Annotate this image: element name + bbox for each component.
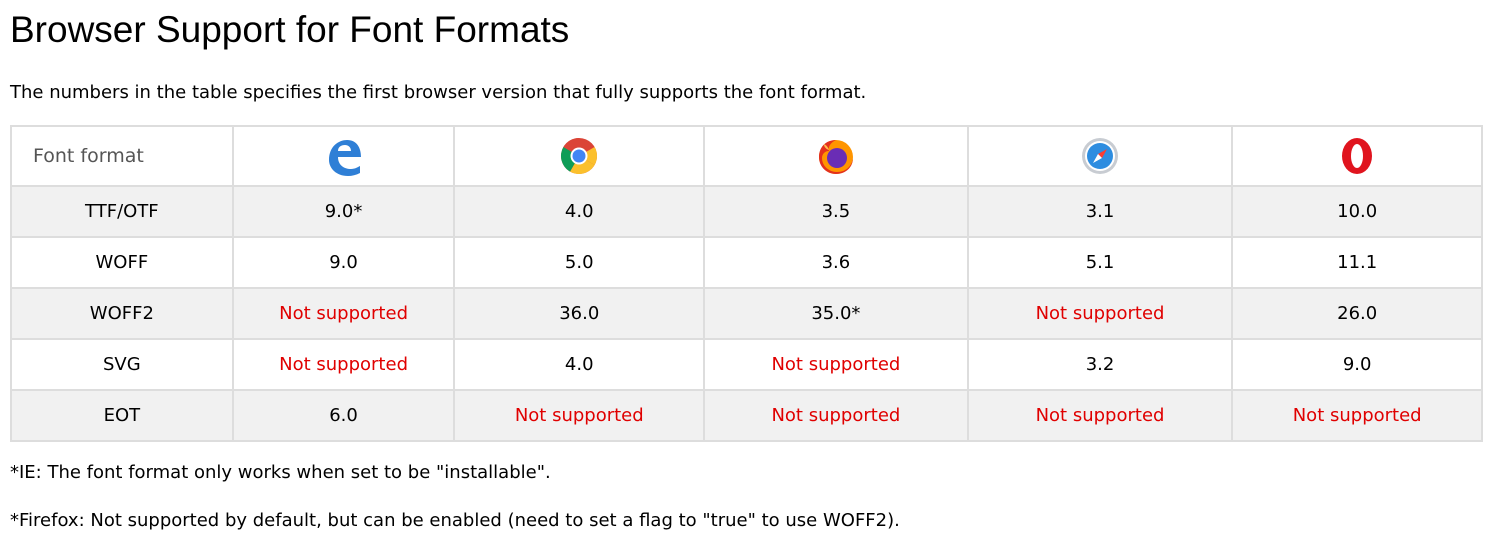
table-header-row: Font format: [10, 125, 1483, 187]
intro-text: The numbers in the table specifies the f…: [10, 82, 867, 103]
cell-chrome: Not supported: [453, 389, 706, 442]
row-header-format: WOFF2: [10, 287, 234, 340]
cell-safari: Not supported: [966, 287, 1234, 340]
cell-firefox: 3.5: [703, 185, 969, 238]
firefox-icon: [818, 140, 853, 174]
cell-opera: Not supported: [1231, 389, 1483, 442]
column-header-firefox: [703, 125, 969, 187]
cell-firefox: Not supported: [703, 338, 969, 391]
table-row: EOT 6.0 Not supported Not supported Not supp…: [10, 389, 1483, 442]
cell-chrome: 4.0: [453, 338, 706, 391]
cell-edge: Not supported: [231, 338, 456, 391]
chrome-icon: [561, 138, 598, 175]
table-row: SVG Not supported 4.0 Not supported 3.2 9.0: [10, 338, 1483, 391]
cell-firefox: Not supported: [703, 389, 969, 442]
opera-icon: [1342, 138, 1373, 174]
footnote-firefox: *Firefox: Not supported by default, but …: [10, 510, 900, 531]
column-header-chrome: [453, 125, 706, 187]
row-header-format: WOFF: [10, 236, 234, 289]
row-header-format: EOT: [10, 389, 234, 442]
column-header-edge: [231, 125, 456, 187]
cell-firefox: 35.0*: [703, 287, 969, 340]
font-support-table: Font format TTF/OTF 9.0* 4.0 3.5 3.1 10.…: [10, 125, 1483, 442]
cell-edge: 9.0: [231, 236, 456, 289]
table-row: WOFF 9.0 5.0 3.6 5.1 11.1: [10, 236, 1483, 289]
cell-edge: 9.0*: [231, 185, 456, 238]
cell-opera: 11.1: [1231, 236, 1483, 289]
cell-opera: 9.0: [1231, 338, 1483, 391]
column-header-opera: [1231, 125, 1483, 187]
safari-icon: [1082, 138, 1119, 174]
cell-safari: Not supported: [966, 389, 1234, 442]
cell-chrome: 36.0: [453, 287, 706, 340]
cell-edge: Not supported: [231, 287, 456, 340]
cell-safari: 3.2: [966, 338, 1234, 391]
cell-safari: 5.1: [966, 236, 1234, 289]
page-title: Browser Support for Font Formats: [10, 9, 570, 50]
row-header-format: TTF/OTF: [10, 185, 234, 238]
cell-edge: 6.0: [231, 389, 456, 442]
table-row: TTF/OTF 9.0* 4.0 3.5 3.1 10.0: [10, 185, 1483, 238]
row-header-format: SVG: [10, 338, 234, 391]
cell-safari: 3.1: [966, 185, 1234, 238]
cell-opera: 10.0: [1231, 185, 1483, 238]
cell-chrome: 5.0: [453, 236, 706, 289]
cell-chrome: 4.0: [453, 185, 706, 238]
footnote-ie: *IE: The font format only works when set…: [10, 462, 551, 483]
column-header-safari: [966, 125, 1234, 187]
table-row: WOFF2 Not supported 36.0 35.0* Not supported…: [10, 287, 1483, 340]
column-header-font-format: Font format: [10, 125, 234, 187]
edge-icon: [328, 140, 361, 176]
cell-opera: 26.0: [1231, 287, 1483, 340]
cell-firefox: 3.6: [703, 236, 969, 289]
